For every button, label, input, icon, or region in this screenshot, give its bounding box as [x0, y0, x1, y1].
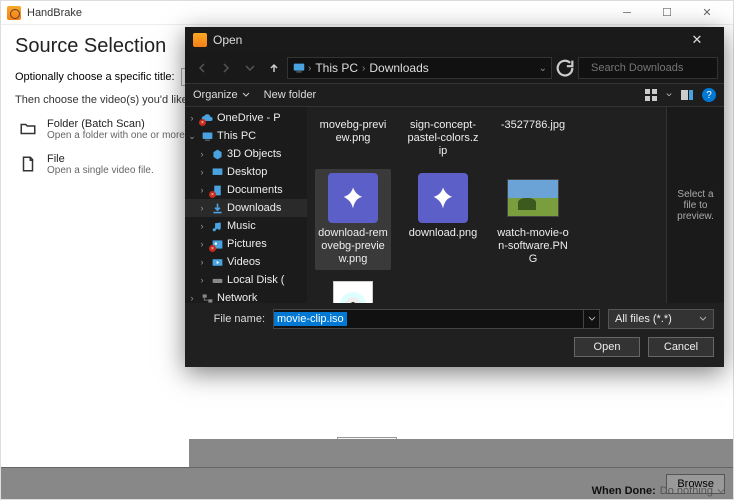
folder-icon [17, 118, 39, 140]
search-input[interactable] [591, 62, 733, 74]
dlg-cancel-button[interactable]: Cancel [648, 337, 714, 357]
network-icon [200, 291, 214, 303]
file-sub: Open a single video file. [47, 165, 154, 176]
file-icon [17, 153, 39, 175]
address-bar[interactable]: › This PC › Downloads ⌄ [287, 57, 552, 79]
tree-downloads[interactable]: ›Downloads [185, 199, 307, 217]
tree-thispc[interactable]: ⌄This PC [185, 127, 307, 145]
file-item[interactable]: movie-clip.iso [315, 276, 391, 303]
disk-icon [210, 273, 224, 287]
preview-pane-button[interactable] [678, 86, 696, 104]
path-downloads[interactable]: Downloads [367, 61, 430, 75]
minimize-button[interactable]: ─ [607, 2, 647, 24]
pc-icon [292, 61, 306, 75]
file-item[interactable]: -3527786.jpg [495, 111, 571, 163]
cube-icon [210, 147, 224, 161]
dlg-open-button[interactable]: Open [574, 337, 640, 357]
nav-up-button[interactable] [263, 57, 285, 79]
cloud-icon: × [200, 111, 214, 125]
hb-titlebar: HandBrake ─ ☐ ✕ [1, 1, 733, 25]
filename-history-dropdown[interactable] [583, 310, 599, 328]
opt-title-label: Optionally choose a specific title: [15, 71, 175, 83]
when-done-value[interactable]: Do nothing [660, 485, 713, 497]
preview-pane: Select a file to preview. [666, 107, 724, 303]
hb-app-title: HandBrake [27, 7, 607, 19]
file-type-filter[interactable]: All files (*.*) [608, 309, 714, 329]
tree-music[interactable]: ›Music [185, 217, 307, 235]
maximize-button[interactable]: ☐ [647, 2, 687, 24]
chevron-down-icon [699, 315, 707, 323]
file-list[interactable]: movebg-preview.png sign-concept-pastel-c… [307, 107, 666, 303]
when-done-label: When Done: [592, 485, 656, 497]
documents-icon: × [210, 183, 224, 197]
folder-tree[interactable]: ›×OneDrive - P ⌄This PC ›3D Objects ›Des… [185, 107, 307, 303]
filename-label: File name: [195, 313, 265, 325]
nav-forward-button[interactable] [215, 57, 237, 79]
dlg-close-button[interactable]: ✕ [678, 27, 716, 53]
chevron-down-icon [242, 91, 250, 99]
image-thumbnail [507, 179, 559, 217]
file-item[interactable]: download-removebg-preview.png [315, 169, 391, 271]
pc-icon [200, 129, 214, 143]
expand-icon[interactable]: › [187, 113, 197, 123]
dlg-title: Open [213, 33, 678, 47]
file-title: File [47, 153, 154, 165]
handbrake-logo-icon [7, 6, 21, 20]
filename-combobox[interactable]: movie-clip.iso [273, 309, 600, 329]
file-item[interactable]: movebg-preview.png [315, 111, 391, 163]
open-dialog: Open ✕ › This PC › Downloads ⌄ Organize … [185, 27, 724, 367]
acrobat-icon [418, 173, 468, 223]
tree-localdisk[interactable]: ›Local Disk ( [185, 271, 307, 289]
view-mode-button[interactable] [642, 86, 660, 104]
hb-graybar [189, 439, 733, 467]
acrobat-icon [328, 173, 378, 223]
close-button[interactable]: ✕ [687, 2, 727, 24]
chevron-down-icon [717, 487, 725, 495]
dlg-main: ›×OneDrive - P ⌄This PC ›3D Objects ›Des… [185, 107, 724, 303]
dlg-navbar: › This PC › Downloads ⌄ [185, 53, 724, 83]
tree-network[interactable]: ›Network [185, 289, 307, 303]
tree-3dobjects[interactable]: ›3D Objects [185, 145, 307, 163]
dlg-toolbar: Organize New folder ? [185, 83, 724, 107]
organize-menu[interactable]: Organize [193, 89, 250, 101]
tree-pictures[interactable]: ›×Pictures [185, 235, 307, 253]
chevron-right-icon: › [362, 63, 365, 74]
tree-onedrive[interactable]: ›×OneDrive - P [185, 109, 307, 127]
nav-back-button[interactable] [191, 57, 213, 79]
downloads-icon [210, 201, 224, 215]
collapse-icon[interactable]: ⌄ [187, 131, 197, 142]
file-item[interactable]: sign-concept-pastel-colors.zip [405, 111, 481, 163]
path-thispc[interactable]: This PC [313, 61, 360, 75]
desktop-icon [210, 165, 224, 179]
tree-documents[interactable]: ›×Documents [185, 181, 307, 199]
file-item[interactable]: download.png [405, 169, 481, 271]
search-box[interactable] [578, 57, 718, 79]
help-button[interactable]: ? [702, 88, 716, 102]
tree-videos[interactable]: ›Videos [185, 253, 307, 271]
videos-icon [210, 255, 224, 269]
chevron-down-icon[interactable] [666, 92, 672, 98]
nav-recent-button[interactable] [239, 57, 261, 79]
refresh-button[interactable] [554, 57, 576, 79]
pictures-icon: × [210, 237, 224, 251]
new-folder-button[interactable]: New folder [264, 89, 317, 101]
chevron-right-icon: › [308, 63, 311, 74]
when-done: When Done: Do nothing [592, 483, 725, 499]
chevron-down-icon[interactable]: ⌄ [539, 63, 547, 74]
filename-value: movie-clip.iso [274, 312, 347, 326]
music-icon [210, 219, 224, 233]
file-item[interactable]: watch-movie-on-software.PNG [495, 169, 571, 271]
tree-desktop[interactable]: ›Desktop [185, 163, 307, 181]
iso-icon [333, 281, 373, 303]
handbrake-logo-icon [193, 33, 207, 47]
dlg-titlebar: Open ✕ [185, 27, 724, 53]
dlg-bottom: File name: movie-clip.iso All files (*.*… [185, 303, 724, 367]
